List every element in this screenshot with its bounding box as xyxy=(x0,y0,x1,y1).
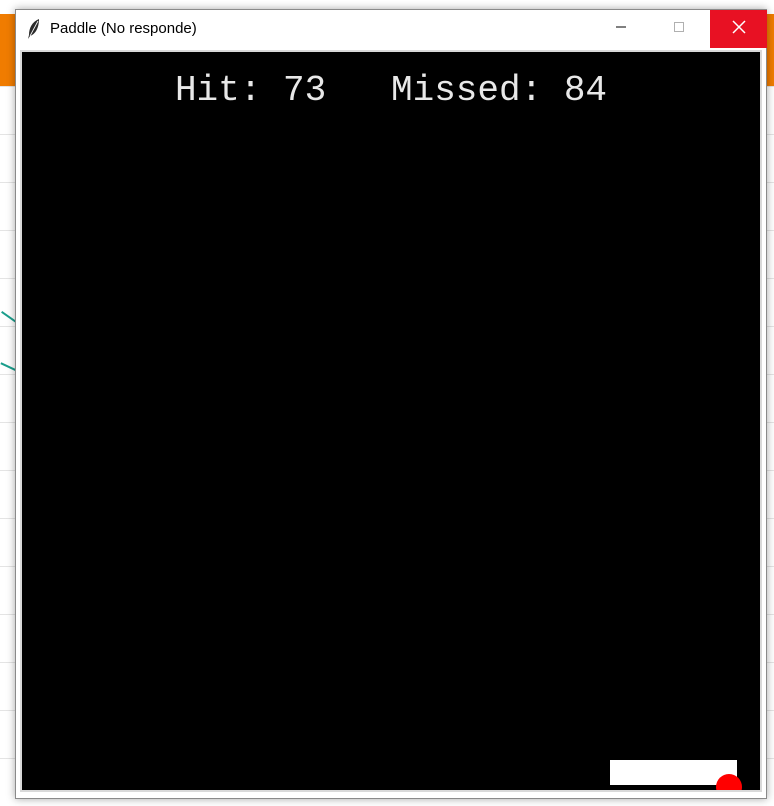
score-display: Hit: 73 Missed: 84 xyxy=(174,70,608,111)
ball xyxy=(716,774,742,790)
window-title: Paddle (No responde) xyxy=(50,20,197,37)
close-icon xyxy=(731,19,746,39)
feather-icon xyxy=(26,18,42,40)
minimize-icon xyxy=(615,20,627,38)
maximize-button[interactable] xyxy=(650,10,708,48)
title-bar[interactable]: Paddle (No responde) xyxy=(16,10,767,48)
close-button[interactable] xyxy=(710,10,767,48)
paddle-window: Paddle (No responde) Hit: 73 Missed: 84 xyxy=(15,9,767,799)
minimize-button[interactable] xyxy=(592,10,650,48)
maximize-icon xyxy=(673,20,685,38)
game-canvas[interactable]: Hit: 73 Missed: 84 xyxy=(20,50,762,792)
